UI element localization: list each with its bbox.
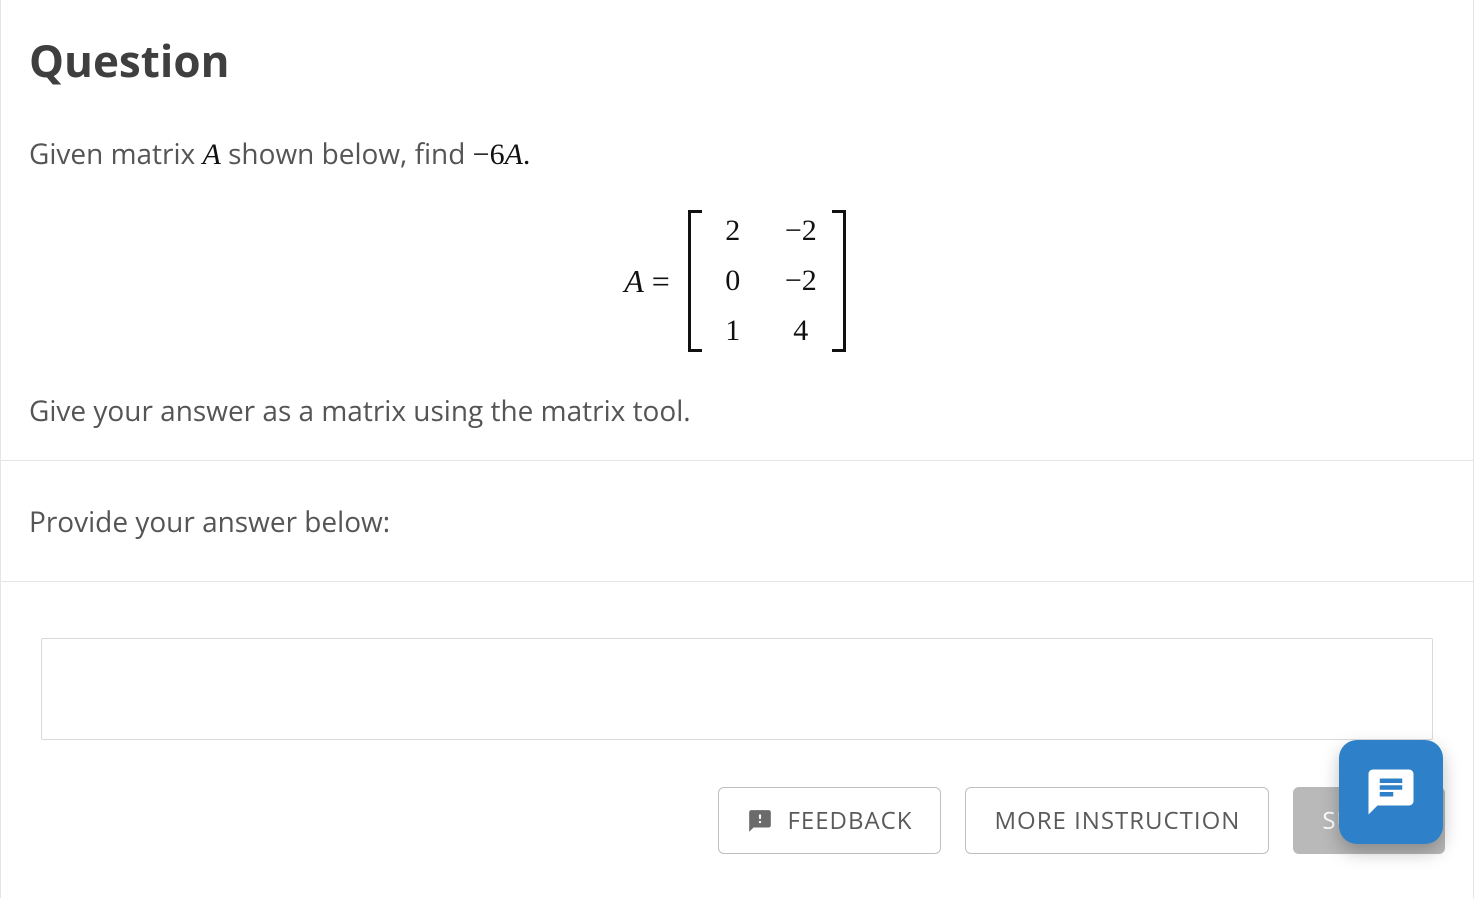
matrix-label: A = bbox=[624, 263, 670, 300]
chat-button[interactable] bbox=[1339, 740, 1443, 844]
action-buttons: FEEDBACK MORE INSTRUCTION SUBMIT bbox=[718, 787, 1445, 854]
more-instruction-label: MORE INSTRUCTION bbox=[994, 804, 1240, 837]
prompt-mid: shown below, find bbox=[221, 135, 473, 173]
prompt-expr-num: 6 bbox=[490, 138, 505, 171]
matrix-cell: 2 bbox=[716, 214, 750, 248]
matrix-label-var: A bbox=[624, 263, 644, 299]
question-prompt: Given matrix A shown below, find −6A. bbox=[29, 134, 1445, 176]
feedback-icon bbox=[747, 808, 773, 834]
question-hint: Give your answer as a matrix using the m… bbox=[29, 392, 1445, 430]
matrix-cell: 0 bbox=[716, 264, 750, 298]
prompt-expr-var: A bbox=[505, 138, 523, 171]
matrix-cell: 1 bbox=[716, 314, 750, 348]
matrix-body: 2 −2 0 −2 1 4 bbox=[684, 210, 850, 352]
bracket-left bbox=[684, 210, 702, 352]
more-instruction-button[interactable]: MORE INSTRUCTION bbox=[965, 787, 1269, 854]
provide-label: Provide your answer below: bbox=[29, 461, 1445, 581]
question-page: Question Given matrix A shown below, fin… bbox=[0, 0, 1474, 898]
matrix-cell: 4 bbox=[784, 314, 818, 348]
matrix-grid: 2 −2 0 −2 1 4 bbox=[702, 210, 832, 352]
bracket-right bbox=[832, 210, 850, 352]
matrix-equation: A = 2 −2 0 −2 1 4 bbox=[29, 210, 1445, 352]
feedback-button[interactable]: FEEDBACK bbox=[718, 787, 941, 854]
feedback-label: FEEDBACK bbox=[787, 804, 912, 837]
divider bbox=[1, 581, 1473, 582]
prompt-suffix: . bbox=[523, 138, 531, 171]
question-heading: Question bbox=[29, 30, 1445, 90]
prompt-expr-minus: − bbox=[473, 138, 490, 171]
answer-input[interactable] bbox=[41, 638, 1433, 740]
matrix-label-eq: = bbox=[644, 263, 670, 299]
matrix-cell: −2 bbox=[784, 264, 818, 298]
prompt-var-a: A bbox=[202, 138, 220, 171]
prompt-pre: Given matrix bbox=[29, 135, 202, 173]
chat-icon bbox=[1364, 765, 1418, 819]
matrix-cell: −2 bbox=[784, 214, 818, 248]
